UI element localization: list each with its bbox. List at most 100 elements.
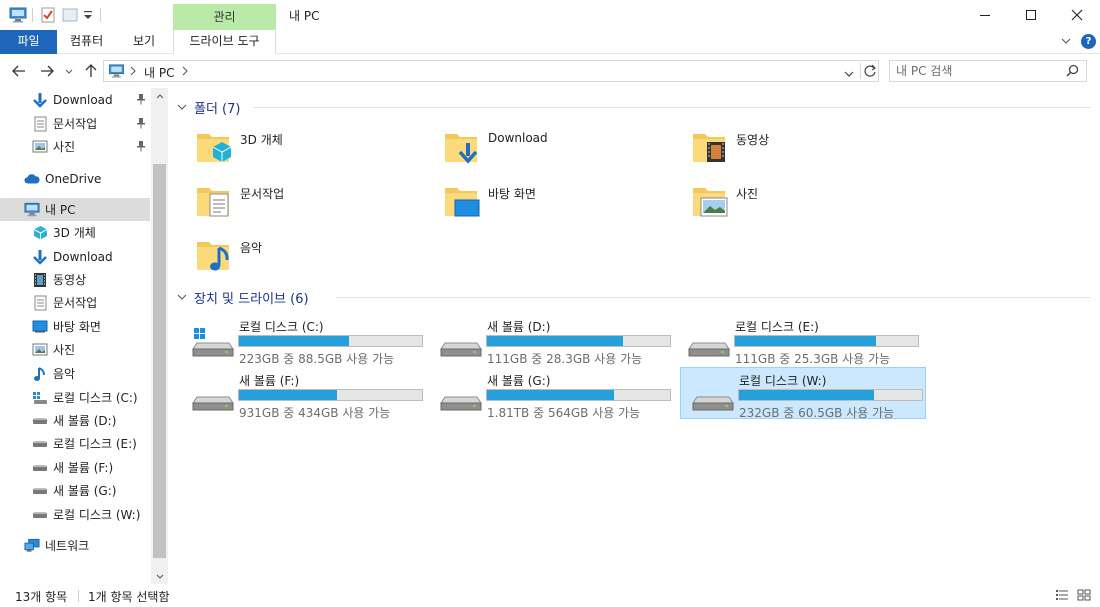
cube-icon	[32, 225, 48, 241]
sidebar-item-pictures[interactable]: 사진	[0, 338, 150, 361]
folder-documents[interactable]: 문서작업	[168, 180, 408, 230]
film-icon	[693, 134, 725, 162]
tab-file[interactable]: 파일	[0, 30, 57, 54]
chevron-down-icon[interactable]	[1058, 33, 1074, 49]
sidebar-item-desktop[interactable]: 바탕 화면	[0, 315, 150, 338]
drives-group-header[interactable]: 장치 및 드라이브 (6)	[176, 287, 309, 307]
navigation-bar: 내 PC	[0, 55, 1100, 87]
sidebar-item-documents[interactable]: 문서작업	[0, 291, 150, 314]
tab-drive-tools[interactable]: 드라이브 도구	[173, 30, 276, 54]
address-bar[interactable]: 내 PC	[103, 60, 879, 82]
sidebar-item-pictures-pinned[interactable]: 사진	[0, 135, 150, 158]
scroll-up-icon[interactable]	[151, 88, 168, 104]
capacity-bar-fill	[487, 390, 615, 400]
drive-icon	[192, 396, 234, 411]
sidebar-item-videos[interactable]: 동영상	[0, 268, 150, 291]
sidebar-item-this-pc[interactable]: 내 PC	[0, 198, 150, 221]
drive-w[interactable]: 로컬 디스크 (W:) 232GB 중 60.5GB 사용 가능	[680, 367, 926, 420]
folder-music[interactable]: 음악	[168, 234, 408, 284]
search-icon[interactable]	[1066, 64, 1079, 80]
details-view-icon[interactable]	[1054, 587, 1070, 603]
breadcrumb-separator-icon[interactable]	[182, 65, 188, 79]
computer-icon	[24, 202, 40, 218]
properties-check-icon[interactable]	[40, 6, 56, 24]
sidebar-item-documents-pinned[interactable]: 문서작업	[0, 112, 150, 135]
refresh-icon[interactable]	[864, 64, 877, 81]
qat-dropdown-icon[interactable]	[83, 6, 93, 24]
sidebar-item-download[interactable]: Download	[0, 245, 150, 268]
drive-icon	[32, 483, 48, 499]
forward-arrow-icon[interactable]	[38, 62, 56, 80]
folder-desktop[interactable]: 바탕 화면	[416, 180, 656, 230]
sidebar-item-drive-e[interactable]: 로컬 디스크 (E:)	[0, 432, 150, 455]
desktop-icon	[32, 319, 48, 335]
drive-g[interactable]: 새 볼륨 (G:) 1.81TB 중 564GB 사용 가능	[429, 368, 675, 420]
folder-videos[interactable]: 동영상	[664, 126, 904, 176]
film-icon	[32, 272, 48, 288]
drive-icon	[32, 436, 48, 452]
drive-icon	[32, 507, 48, 523]
sidebar-item-drive-c[interactable]: 로컬 디스크 (C:)	[0, 386, 150, 409]
scroll-down-icon[interactable]	[151, 568, 168, 584]
folder-download[interactable]: Download	[416, 126, 656, 176]
search-box[interactable]	[889, 60, 1087, 82]
content-pane: 폴더 (7) 3D 개체 Download 동영상 문서작업 바탕 화면 사진 …	[168, 88, 1100, 584]
sidebar-item-drive-d[interactable]: 새 볼륨 (D:)	[0, 409, 150, 432]
sidebar-item-music[interactable]: 음악	[0, 362, 150, 385]
tab-computer[interactable]: 컴퓨터	[70, 30, 103, 54]
breadcrumb-separator-icon[interactable]	[130, 65, 136, 79]
capacity-bar	[486, 335, 671, 347]
tab-view[interactable]: 보기	[133, 30, 155, 54]
sidebar-item-onedrive[interactable]: OneDrive	[0, 167, 150, 190]
sidebar-item-drive-w[interactable]: 로컬 디스크 (W:)	[0, 503, 150, 526]
sidebar-item-drive-f[interactable]: 새 볼륨 (F:)	[0, 456, 150, 479]
download-arrow-icon	[445, 134, 478, 164]
recent-locations-icon[interactable]	[63, 62, 75, 80]
navigation-pane: Download 문서작업 사진 OneDrive 내 PC 3D 개체 Dow…	[0, 88, 168, 584]
pin-icon[interactable]	[136, 117, 146, 132]
maximize-button[interactable]	[1008, 0, 1054, 30]
up-arrow-icon[interactable]	[82, 62, 100, 80]
capacity-bar-fill	[735, 336, 877, 346]
back-arrow-icon[interactable]	[10, 62, 28, 80]
sidebar-item-3d-objects[interactable]: 3D 개체	[0, 221, 150, 244]
sidebar-item-download-pinned[interactable]: Download	[0, 88, 150, 111]
picture-icon	[32, 342, 48, 358]
folders-group-title: 폴더 (7)	[194, 101, 241, 117]
ribbon-tabs: 파일 컴퓨터 보기 드라이브 도구 ?	[0, 30, 1100, 54]
chevron-down-icon[interactable]	[176, 291, 188, 303]
drive-icon	[440, 396, 482, 411]
pin-icon[interactable]	[136, 140, 146, 155]
chevron-down-icon[interactable]	[176, 101, 188, 113]
folders-group-header[interactable]: 폴더 (7)	[176, 97, 240, 117]
drive-d[interactable]: 새 볼륨 (D:) 111GB 중 28.3GB 사용 가능	[429, 314, 675, 366]
address-dropdown-icon[interactable]	[844, 67, 854, 81]
selection-count: 1개 항목 선택함	[88, 590, 170, 604]
large-icons-view-icon[interactable]	[1076, 587, 1092, 603]
context-tab-group-manage: 관리	[173, 4, 276, 31]
sidebar-item-drive-g[interactable]: 새 볼륨 (G:)	[0, 479, 150, 502]
drive-c[interactable]: 로컬 디스크 (C:) 223GB 중 88.5GB 사용 가능	[181, 314, 427, 366]
help-icon[interactable]: ?	[1081, 34, 1096, 49]
folder-pictures[interactable]: 사진	[664, 180, 904, 230]
capacity-bar-fill	[739, 390, 875, 400]
picture-icon	[32, 139, 48, 155]
close-button[interactable]	[1054, 0, 1100, 30]
computer-icon[interactable]	[9, 6, 27, 24]
capacity-bar	[738, 389, 923, 401]
music-note-icon	[32, 366, 48, 382]
document-icon	[197, 188, 229, 217]
new-folder-icon[interactable]	[62, 6, 78, 24]
search-input[interactable]	[896, 63, 1056, 79]
drive-f[interactable]: 새 볼륨 (F:) 931GB 중 434GB 사용 가능	[181, 368, 427, 420]
minimize-button[interactable]	[962, 0, 1008, 30]
pin-icon[interactable]	[136, 93, 146, 108]
breadcrumb-this-pc[interactable]: 내 PC	[144, 64, 174, 81]
status-bar: 13개 항목 1개 항목 선택함	[0, 584, 1100, 607]
drive-icon	[32, 460, 48, 476]
folder-3d-objects[interactable]: 3D 개체	[168, 126, 408, 176]
sidebar-item-network[interactable]: 네트워크	[0, 534, 150, 557]
drive-e[interactable]: 로컬 디스크 (E:) 111GB 중 25.3GB 사용 가능	[677, 314, 923, 366]
windows-drive-icon	[192, 328, 234, 357]
sidebar-scrollbar-thumb[interactable]	[153, 164, 166, 558]
